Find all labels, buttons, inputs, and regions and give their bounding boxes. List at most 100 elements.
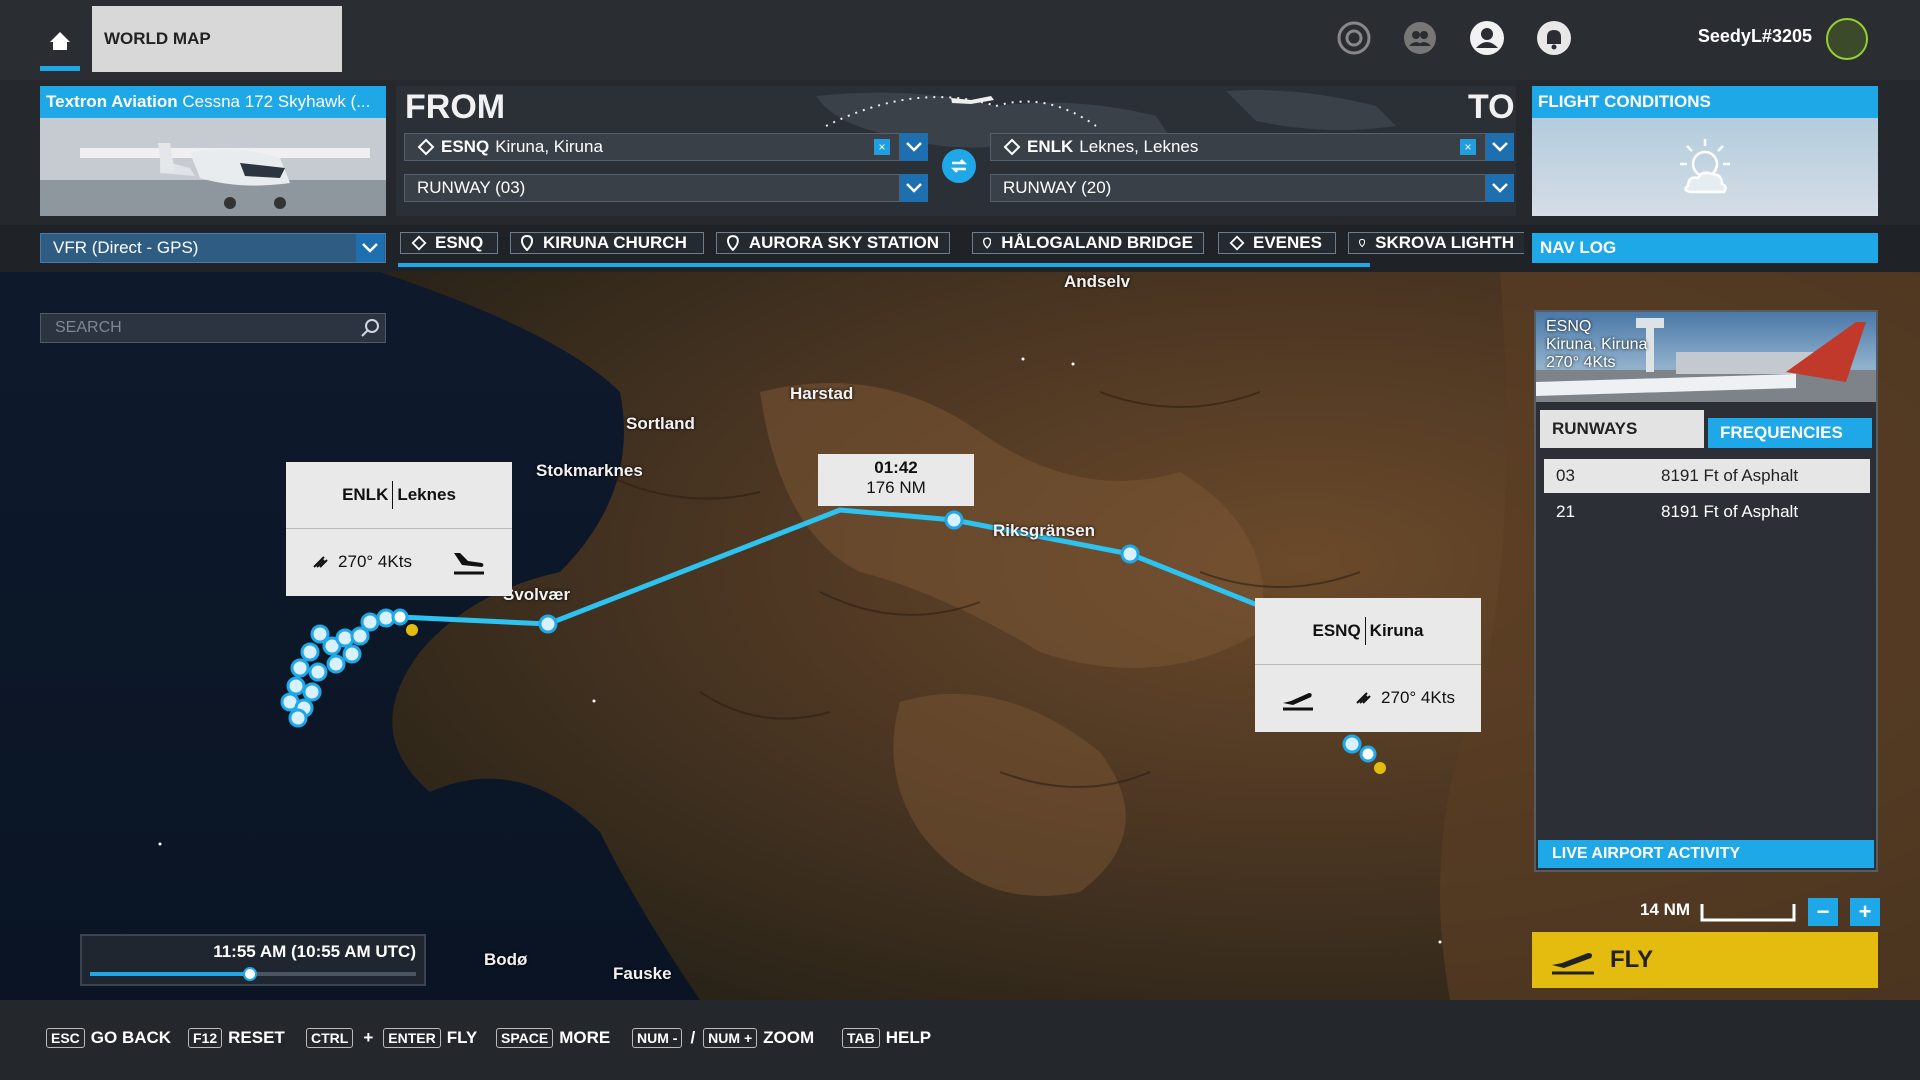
clear-departure-button[interactable]: ×: [874, 139, 890, 155]
waypoint-label: EVENES: [1253, 233, 1322, 252]
hint-fly[interactable]: CTRL + ENTER FLY: [306, 1028, 477, 1048]
map-pin-icon: [727, 235, 739, 251]
place-label-riksgransen: Riksgränsen: [993, 521, 1096, 540]
place-label-bodo: Bodø: [484, 950, 528, 969]
waypoint-esnq[interactable]: ESNQ: [400, 232, 498, 254]
key-ctrl: CTRL: [306, 1028, 354, 1048]
key-space: SPACE: [496, 1028, 554, 1048]
hint-more[interactable]: SPACE MORE: [496, 1028, 610, 1048]
chevron-down-icon: [1492, 142, 1508, 152]
waypoint-label: SKROVA LIGHTH: [1375, 233, 1514, 252]
avatar[interactable]: [1826, 18, 1868, 60]
bottom-hint-bar: [0, 1000, 1920, 1080]
hint-help[interactable]: TAB HELP: [842, 1028, 931, 1048]
place-label-svolvaer: Svolvær: [503, 585, 571, 604]
tab-frequencies[interactable]: FREQUENCIES: [1708, 418, 1872, 448]
friends-button[interactable]: [1402, 20, 1438, 56]
time-of-day-panel: 11:55 AM (10:55 AM UTC): [80, 934, 426, 986]
waypoint-aurora-sky-station[interactable]: AURORA SKY STATION: [716, 232, 950, 254]
hint-label: HELP: [885, 1028, 932, 1047]
airport-name: Kiruna, Kiruna: [1546, 336, 1648, 353]
waypoint-evenes[interactable]: EVENES: [1218, 232, 1336, 254]
arrival-icao: ENLK: [1027, 137, 1074, 156]
zoom-in-button[interactable]: +: [1850, 898, 1880, 926]
callout-divider: [392, 481, 394, 509]
time-slider-fill: [90, 972, 250, 976]
hint-go-back[interactable]: ESC GO BACK: [46, 1028, 171, 1048]
callout-wind: 270° 4Kts: [338, 552, 412, 571]
world-map-tab[interactable]: WORLD MAP: [92, 6, 342, 72]
hint-label: FLY: [446, 1028, 478, 1047]
aircraft-title: Textron Aviation Cessna 172 Skyhawk (...: [40, 86, 386, 118]
aircraft-model: Cessna 172 Skyhawk (...: [182, 92, 371, 111]
profile-button[interactable]: [1469, 20, 1505, 56]
map-pin-icon: [521, 235, 533, 251]
hint-label: GO BACK: [90, 1028, 172, 1047]
airport-icao: ESNQ: [1546, 318, 1592, 335]
search-icon[interactable]: [360, 318, 380, 338]
aircraft-card[interactable]: Textron Aviation Cessna 172 Skyhawk (...: [40, 86, 386, 216]
waypoint-label: HÅLOGALAND BRIDGE: [1001, 233, 1193, 252]
departure-dropdown-button[interactable]: [900, 133, 928, 161]
zoom-out-button[interactable]: −: [1808, 898, 1838, 926]
weather-sun-cloud-icon: [1680, 139, 1730, 194]
tab-runways[interactable]: RUNWAYS: [1540, 410, 1704, 448]
hint-reset[interactable]: F12 RESET: [188, 1028, 285, 1048]
notifications-icon: [1537, 21, 1571, 55]
home-icon: [50, 32, 70, 50]
live-airport-activity-button[interactable]: LIVE AIRPORT ACTIVITY: [1538, 840, 1874, 868]
hint-label: ZOOM: [763, 1028, 815, 1047]
waypoint-label: ESNQ: [435, 233, 484, 252]
wind-icon: [313, 556, 328, 568]
departure-runway-field[interactable]: RUNWAY (03): [404, 174, 900, 202]
place-label-harstad: Harstad: [790, 384, 854, 403]
runway-row[interactable]: 03 8191 Ft of Asphalt: [1544, 459, 1870, 493]
arrival-dropdown-button[interactable]: [1486, 133, 1514, 161]
hint-zoom[interactable]: NUM - / NUM + ZOOM: [632, 1028, 814, 1048]
fly-button[interactable]: FLY: [1532, 932, 1878, 988]
airport-wind: 270° 4Kts: [1546, 354, 1616, 371]
notifications-button[interactable]: [1536, 20, 1572, 56]
key-enter: ENTER: [383, 1028, 441, 1048]
departure-runway-dropdown-button[interactable]: [900, 174, 928, 202]
waypoint-kiruna-church[interactable]: KIRUNA CHURCH: [510, 232, 704, 254]
flight-plan-type-select[interactable]: VFR (Direct - GPS): [40, 233, 386, 263]
departure-airport-callout[interactable]: ESNQ Kiruna 270° 4Kts: [1255, 598, 1481, 732]
hint-label: MORE: [559, 1028, 611, 1047]
nav-log-button[interactable]: NAV LOG: [1532, 233, 1878, 263]
waypoint-halogaland-bridge[interactable]: HÅLOGALAND BRIDGE: [972, 232, 1204, 254]
departure-airport-field[interactable]: ESNQ Kiruna, Kiruna: [404, 133, 900, 161]
hint-plus: +: [363, 1028, 374, 1047]
runway-id: 21: [1556, 502, 1575, 521]
runway-row[interactable]: 21 8191 Ft of Asphalt: [1544, 495, 1870, 529]
swap-airports-button[interactable]: [942, 149, 976, 183]
callout-wind: 270° 4Kts: [1381, 688, 1455, 707]
runway-id: 03: [1556, 466, 1575, 485]
marketplace-button[interactable]: [1336, 20, 1372, 56]
username[interactable]: SeedyL#3205: [1698, 26, 1812, 47]
arrival-airport-callout[interactable]: ENLK Leknes 270° 4Kts: [286, 462, 512, 596]
arrival-runway-dropdown-button[interactable]: [1486, 174, 1514, 202]
runway-desc: 8191 Ft of Asphalt: [1661, 502, 1799, 521]
friends-icon: [1404, 22, 1436, 54]
aircraft-brand: Textron Aviation: [46, 92, 178, 111]
time-slider-thumb[interactable]: [242, 967, 257, 981]
clear-arrival-button[interactable]: ×: [1460, 139, 1476, 155]
flight-plan-dropdown-button[interactable]: [356, 234, 384, 262]
arrival-runway-field[interactable]: RUNWAY (20): [990, 174, 1486, 202]
flight-conditions-card[interactable]: FLIGHT CONDITIONS: [1532, 86, 1878, 216]
leg-info-box: 01:42 176 NM: [818, 454, 974, 506]
callout-divider: [1364, 617, 1366, 645]
search-input[interactable]: SEARCH: [40, 313, 386, 343]
waypoint-scroll-indicator: [398, 263, 1370, 267]
airport-image: ESNQ Kiruna, Kiruna 270° 4Kts: [1536, 312, 1876, 402]
airport-marker-icon: [411, 235, 427, 251]
arrival-airport-field[interactable]: ENLK Leknes, Leknes: [990, 133, 1486, 161]
hint-label: RESET: [228, 1028, 285, 1047]
chevron-down-icon: [906, 183, 922, 193]
map-pin-icon: [983, 237, 992, 249]
callout-footer: 270° 4Kts: [286, 529, 512, 595]
waypoint-skrova-lighthouse[interactable]: SKROVA LIGHTH: [1348, 232, 1524, 254]
map-pin-icon: [1359, 238, 1366, 248]
home-button[interactable]: [40, 20, 80, 70]
